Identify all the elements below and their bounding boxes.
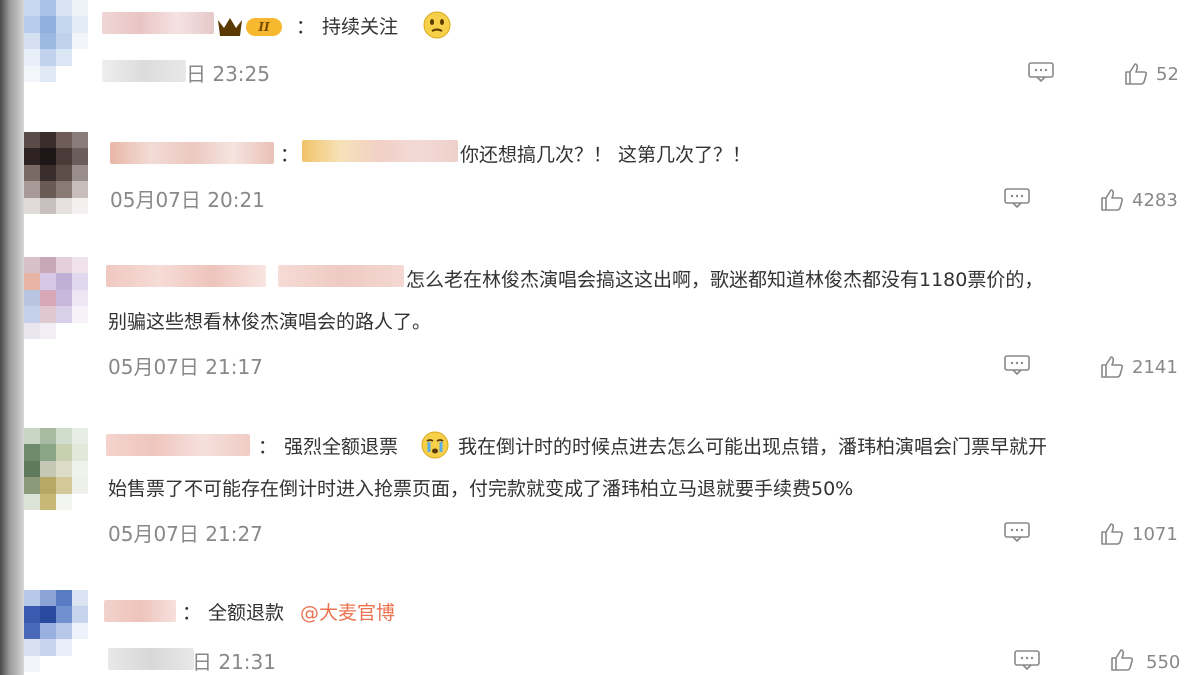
like-count: 4283 (1132, 190, 1178, 211)
date-blurred (108, 648, 194, 670)
comment-icon[interactable] (1014, 650, 1040, 670)
thumbs-up-icon[interactable] (1100, 188, 1124, 212)
username-blurred[interactable] (106, 265, 266, 287)
mention-blurred[interactable] (302, 140, 458, 162)
comment-icon[interactable] (1004, 355, 1030, 375)
like-count: 2141 (1132, 357, 1178, 378)
thinking-emoji-icon (423, 11, 451, 39)
avatar[interactable] (24, 257, 88, 339)
comment-text-line-1b: 我在倒计时的时候点进去怎么可能出现点错，潘玮柏演唱会门票早就开 (458, 436, 1048, 458)
date-blurred (102, 60, 186, 82)
comment-time: 05月07日 21:17 (108, 355, 263, 379)
comment-text-line-2: 别骗这些想看林俊杰演唱会的路人了。 (108, 311, 432, 333)
thumbs-up-icon[interactable] (1100, 355, 1124, 379)
mention-blurred[interactable] (278, 265, 404, 287)
crown-badge-icon: II (218, 18, 282, 36)
colon: ： (182, 602, 202, 624)
comment-time: 05月07日 21:27 (108, 522, 263, 546)
window-left-edge (0, 0, 24, 675)
comment-icon[interactable] (1004, 522, 1030, 542)
like-count: 52 (1156, 64, 1179, 85)
username-blurred[interactable] (102, 12, 214, 34)
username-blurred[interactable] (104, 600, 176, 622)
colon: ： (296, 16, 316, 38)
like-count: 1071 (1132, 524, 1178, 545)
comment-icon[interactable] (1028, 62, 1054, 82)
comment-time: 05月07日 20:21 (110, 188, 265, 212)
crying-emoji-icon (421, 431, 449, 459)
mention-link[interactable]: @大麦官博 (300, 600, 395, 626)
comment-text-line-1a: 强烈全额退票 (284, 436, 399, 458)
comment-time: 日 21:31 (192, 650, 276, 674)
avatar[interactable] (24, 132, 88, 214)
thumbs-up-icon[interactable] (1100, 522, 1124, 546)
comment-item: ： 强烈全额退票 我在倒计时的时候点进去怎么可能出现点错，潘玮柏演唱会门票早就开… (24, 422, 1200, 572)
comment-text-line-1: 怎么老在林俊杰演唱会搞这这出啊，歌迷都知道林俊杰都没有1180票价的， (406, 269, 1044, 291)
comment-text: 你还想搞几次？！ 这第几次了？！ (460, 144, 752, 166)
avatar[interactable] (24, 428, 88, 510)
comment-item: 怎么老在林俊杰演唱会搞这这出啊，歌迷都知道林俊杰都没有1180票价的， 别骗这些… (24, 255, 1200, 405)
comment-text-line-2: 始售票了不可能存在倒计时进入抢票页面，付完款就变成了潘玮柏立马退就要手续费50% (108, 478, 854, 500)
like-count: 550 (1146, 652, 1181, 673)
colon: ： (280, 144, 300, 166)
svg-text:II: II (257, 20, 270, 34)
thumbs-up-icon[interactable] (1124, 62, 1148, 86)
username-blurred[interactable] (110, 142, 274, 164)
comment-item: II ： 持续关注 日 23:25 52 (24, 0, 1200, 120)
comment-item: ： 全额退款 @大麦官博 日 21:31 550 (24, 586, 1200, 675)
avatar[interactable] (24, 0, 88, 82)
comment-text: 持续关注 (322, 16, 399, 38)
username-blurred[interactable] (106, 434, 250, 456)
colon: ： (258, 436, 278, 458)
thumbs-up-icon[interactable] (1110, 648, 1134, 672)
comment-item: ： 你还想搞几次？！ 这第几次了？！ 05月07日 20:21 4283 (24, 130, 1200, 250)
comment-text: 全额退款 (208, 602, 285, 624)
comment-time: 日 23:25 (186, 62, 270, 86)
avatar[interactable] (24, 590, 88, 672)
comment-icon[interactable] (1004, 188, 1030, 208)
